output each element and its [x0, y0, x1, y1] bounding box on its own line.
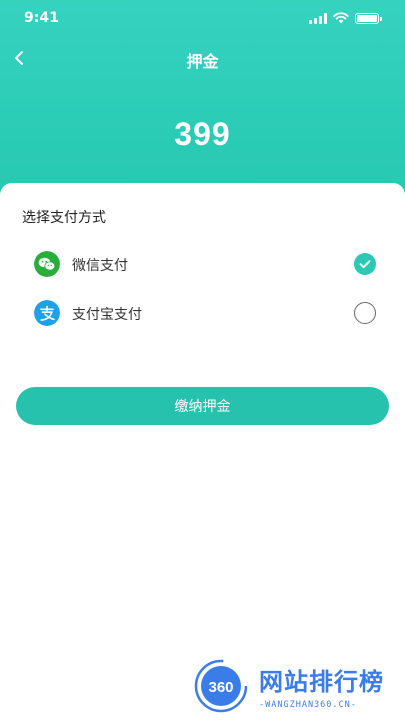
status-icons	[309, 12, 382, 24]
alipay-icon	[34, 300, 60, 326]
status-bar: 9:41	[0, 0, 405, 40]
status-time: 9:41	[24, 10, 59, 26]
wifi-icon	[333, 12, 349, 24]
payment-option-label: 微信支付	[72, 258, 128, 274]
wechat-icon	[34, 251, 60, 277]
payment-option-label: 支付宝支付	[72, 307, 142, 323]
payment-option-alipay[interactable]: 支付宝支付	[34, 298, 376, 328]
radio-unchecked[interactable]	[354, 302, 376, 324]
watermark: 360 网站排行榜 -WANGZHAN360.CN-	[193, 654, 403, 718]
payment-section-title: 选择支付方式	[22, 210, 106, 226]
page-title: 押金	[186, 52, 219, 71]
payment-card: 选择支付方式 微信支付 支付宝支付 缴纳押金	[0, 183, 405, 720]
watermark-site: -WANGZHAN360.CN-	[259, 700, 357, 710]
payment-option-wechat[interactable]: 微信支付	[34, 249, 376, 279]
360-logo-icon: 360	[194, 659, 248, 713]
svg-text:360: 360	[208, 679, 233, 696]
check-icon	[359, 260, 371, 269]
header-banner: 9:41 押金 399	[0, 0, 405, 210]
battery-icon	[355, 12, 382, 24]
deposit-amount: 399	[174, 116, 231, 152]
cellular-signal-icon	[309, 12, 327, 24]
navigation-bar: 押金	[0, 40, 405, 76]
watermark-brand: 网站排行榜	[259, 668, 384, 696]
radio-checked[interactable]	[354, 253, 376, 275]
pay-deposit-button[interactable]: 缴纳押金	[16, 387, 389, 425]
